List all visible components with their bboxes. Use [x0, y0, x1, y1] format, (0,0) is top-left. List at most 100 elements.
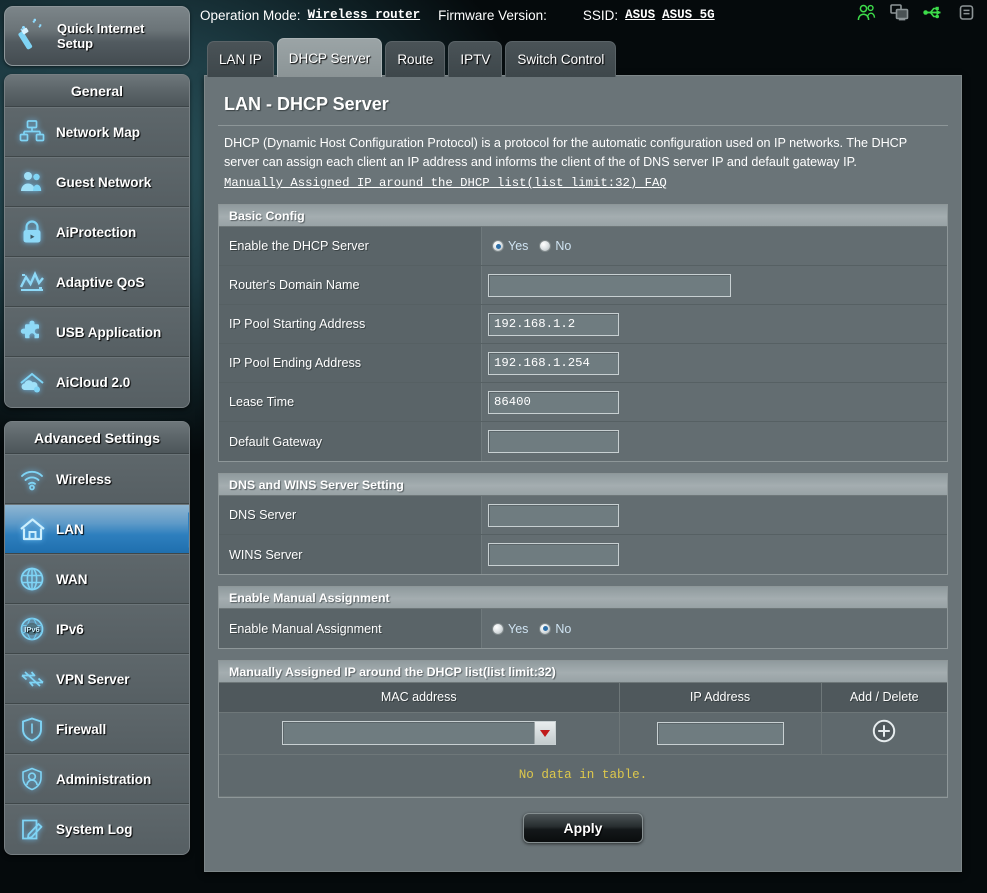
label-default-gateway: Default Gateway: [219, 422, 482, 461]
sidebar-general-title: General: [5, 75, 189, 107]
label-domain-name: Router's Domain Name: [219, 266, 482, 304]
wins-server-input[interactable]: [488, 543, 619, 566]
plus-circle-icon[interactable]: [872, 719, 896, 748]
mac-address-input[interactable]: [282, 722, 534, 744]
lock-icon: [17, 217, 47, 247]
sidebar-general-block: General Network Map Guest Network AiProt…: [4, 74, 190, 408]
assigned-ip-section: Manually Assigned IP around the DHCP lis…: [218, 660, 948, 798]
vpn-icon: [17, 664, 47, 694]
network-map-icon: [17, 117, 47, 147]
user-icon: [17, 764, 47, 794]
manual-assignment-yes[interactable]: Yes: [492, 622, 528, 636]
sidebar-item-aiprotection[interactable]: AiProtection: [5, 207, 189, 257]
chart-icon: [17, 267, 47, 297]
svg-text:IPv6: IPv6: [24, 625, 39, 634]
sidebar-label: Adaptive QoS: [56, 274, 145, 290]
lease-time-input[interactable]: [488, 390, 619, 414]
sidebar-item-lan[interactable]: LAN: [5, 504, 189, 554]
row-enable-dhcp: Enable the DHCP Server Yes No: [219, 227, 947, 266]
pool-end-input[interactable]: [488, 351, 619, 375]
radio-dot: [492, 240, 504, 252]
label-wins-server: WINS Server: [219, 535, 482, 574]
row-pool-start: IP Pool Starting Address: [219, 305, 947, 344]
operation-mode-label: Operation Mode:: [200, 7, 301, 23]
sidebar-label: Firewall: [56, 721, 107, 737]
ssid-value-2g[interactable]: ASUS: [625, 8, 655, 22]
puzzle-icon: [17, 317, 47, 347]
usb-icon[interactable]: [923, 4, 944, 21]
clients-icon[interactable]: [857, 4, 876, 21]
tab-switch-control[interactable]: Switch Control: [505, 41, 617, 77]
ip-address-input[interactable]: [656, 721, 784, 745]
page-description: DHCP (Dynamic Host Configuration Protoco…: [216, 134, 950, 193]
radio-label: Yes: [508, 239, 529, 253]
sidebar-item-wireless[interactable]: Wireless: [5, 454, 189, 504]
column-mac-address: MAC address: [219, 683, 620, 713]
manual-assignment-header: Enable Manual Assignment: [219, 587, 947, 609]
column-add-delete: Add / Delete: [821, 683, 947, 713]
ssid-label: SSID:: [582, 7, 619, 23]
footer-actions: Apply: [216, 812, 950, 843]
sidebar-item-ipv6[interactable]: IPv6 IPv6: [5, 604, 189, 654]
sidebar-item-wan[interactable]: WAN: [5, 554, 189, 604]
mac-address-select[interactable]: [281, 721, 556, 745]
label-enable-dhcp: Enable the DHCP Server: [219, 227, 482, 265]
sidebar-label: System Log: [56, 822, 133, 837]
tab-route[interactable]: Route: [385, 41, 446, 77]
tab-lan-ip[interactable]: LAN IP: [207, 41, 274, 77]
sidebar-label: Wireless: [56, 471, 112, 487]
faq-link[interactable]: Manually Assigned IP around the DHCP lis…: [224, 174, 667, 193]
assigned-ip-header: Manually Assigned IP around the DHCP lis…: [219, 661, 947, 683]
sidebar-item-network-map[interactable]: Network Map: [5, 107, 189, 157]
default-gateway-input[interactable]: [488, 430, 619, 453]
sidebar-label: LAN: [56, 521, 84, 537]
sidebar-label: Guest Network: [56, 174, 152, 190]
sidebar-item-system-log[interactable]: System Log: [5, 804, 189, 854]
firmware-version-label: Firmware Version:: [438, 7, 547, 23]
manual-assignment-no[interactable]: No: [539, 622, 571, 636]
basic-config-header: Basic Config: [219, 205, 947, 227]
dns-wins-header: DNS and WINS Server Setting: [219, 474, 947, 496]
status-icon-group: [857, 4, 975, 21]
devices-icon[interactable]: [890, 4, 909, 21]
basic-config-section: Basic Config Enable the DHCP Server Yes …: [218, 204, 948, 462]
sidebar-item-vpn-server[interactable]: VPN Server: [5, 654, 189, 704]
sidebar-item-adaptive-qos[interactable]: Adaptive QoS: [5, 257, 189, 307]
ssid-value-5g[interactable]: ASUS_5G: [662, 8, 715, 22]
dns-server-input[interactable]: [488, 503, 619, 527]
sidebar-item-usb-application[interactable]: USB Application: [5, 307, 189, 357]
enable-dhcp-radio-group: Yes No: [488, 239, 571, 253]
cloud-icon: [17, 368, 47, 398]
row-dns-server: DNS Server: [219, 496, 947, 535]
label-dns-server: DNS Server: [219, 496, 482, 534]
cell-mac-input: [219, 712, 620, 755]
label-pool-end: IP Pool Ending Address: [219, 344, 482, 382]
dns-wins-section: DNS and WINS Server Setting DNS Server W…: [218, 473, 948, 575]
row-domain-name: Router's Domain Name: [219, 266, 947, 305]
tab-iptv[interactable]: IPTV: [448, 41, 503, 77]
sidebar-label: AiCloud 2.0: [56, 375, 131, 390]
printer-icon[interactable]: [958, 4, 975, 21]
sidebar-item-firewall[interactable]: Firewall: [5, 704, 189, 754]
chevron-down-icon[interactable]: [533, 722, 555, 744]
sidebar-label: WAN: [56, 571, 88, 587]
apply-button[interactable]: Apply: [523, 812, 643, 843]
manual-assignment-radio-group: Yes No: [488, 622, 571, 636]
pool-start-input[interactable]: [488, 312, 619, 336]
sidebar-item-guest-network[interactable]: Guest Network: [5, 157, 189, 207]
enable-dhcp-yes[interactable]: Yes: [492, 239, 528, 253]
radio-label: No: [555, 621, 572, 636]
tab-dhcp-server[interactable]: DHCP Server: [276, 38, 383, 77]
sidebar-item-aicloud[interactable]: AiCloud 2.0: [5, 357, 189, 407]
quick-internet-setup-label: Quick Internet Setup: [57, 21, 145, 51]
label-enable-manual-assignment: Enable Manual Assignment: [219, 609, 482, 648]
enable-dhcp-no[interactable]: No: [539, 239, 571, 253]
operation-mode-value[interactable]: Wireless router: [308, 8, 421, 22]
globe-icon: [17, 564, 47, 594]
domain-name-input[interactable]: [488, 273, 731, 297]
radio-label: Yes: [508, 621, 529, 636]
row-enable-manual-assignment: Enable Manual Assignment Yes No: [219, 609, 947, 648]
column-ip-address: IP Address: [619, 683, 822, 713]
sidebar-item-administration[interactable]: Administration: [5, 754, 189, 804]
quick-internet-setup-button[interactable]: Quick Internet Setup: [4, 6, 190, 66]
